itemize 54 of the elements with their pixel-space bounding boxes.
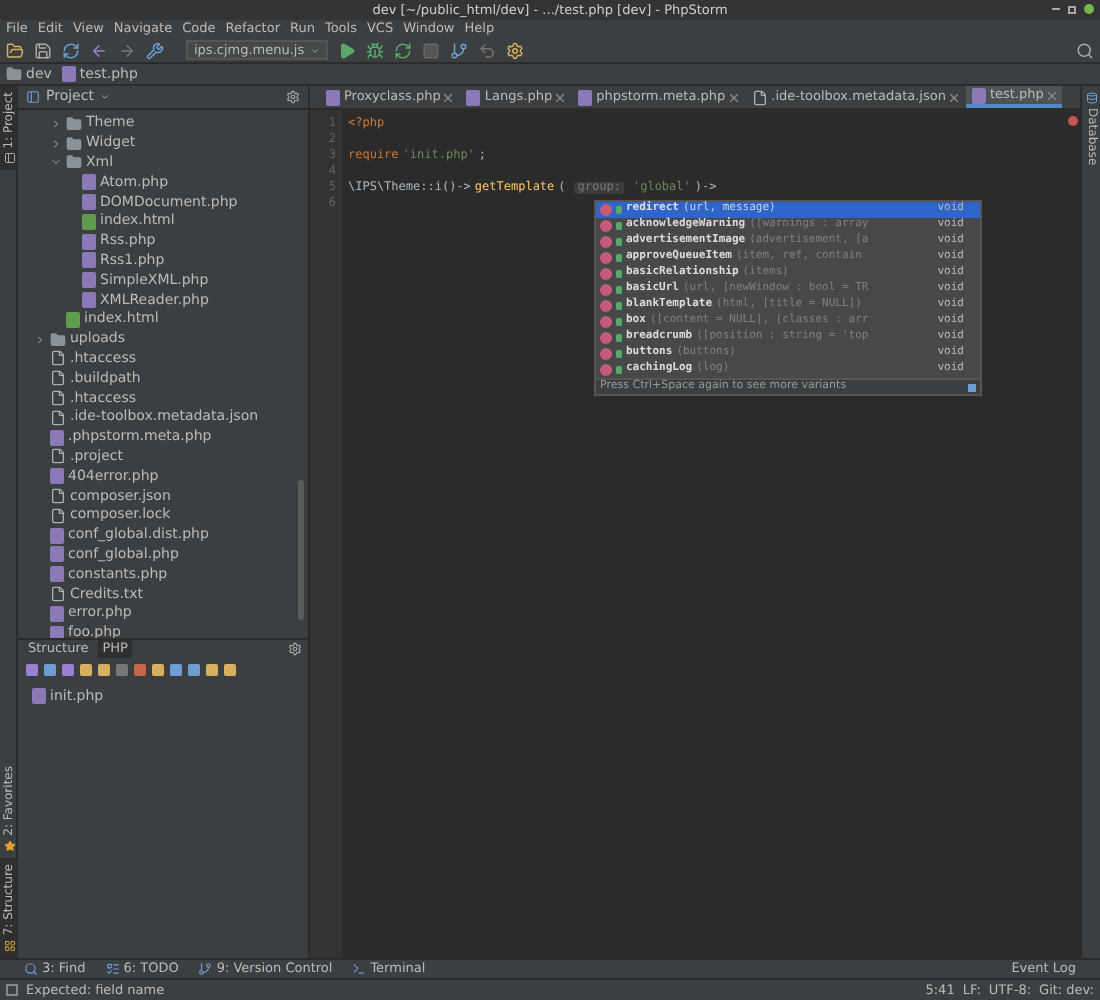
- file-icon: [50, 370, 66, 387]
- file-icon: [751, 89, 768, 105]
- caret-icon: [310, 45, 321, 55]
- folder-icon[interactable]: [6, 41, 24, 59]
- folder-icon: [6, 66, 22, 82]
- settings-icon[interactable]: [288, 642, 302, 656]
- list-icon: [105, 962, 120, 976]
- close-icon[interactable]: [729, 93, 738, 101]
- close-icon[interactable]: [556, 93, 565, 101]
- folder-icon: [50, 331, 66, 348]
- branch-icon: [198, 962, 213, 976]
- search-icon[interactable]: [1076, 41, 1094, 59]
- close-icon[interactable]: [444, 93, 453, 101]
- php-file-icon: [971, 87, 986, 103]
- html-file-icon: [82, 213, 96, 230]
- database-icon: [1085, 92, 1097, 104]
- stop-icon[interactable]: [422, 41, 441, 59]
- php-file-icon: [466, 89, 481, 105]
- caret-icon[interactable]: [99, 92, 110, 102]
- file-icon: [50, 448, 66, 465]
- run-icon[interactable]: [338, 41, 357, 59]
- grid-icon: [3, 940, 15, 952]
- sync-icon[interactable]: [62, 41, 80, 59]
- panel-icon: [3, 152, 15, 165]
- php-file-icon: [32, 688, 46, 704]
- branch-icon[interactable]: [450, 41, 469, 59]
- close-icon[interactable]: [949, 93, 958, 101]
- save-icon[interactable]: [34, 41, 52, 59]
- php-file-icon: [50, 468, 64, 485]
- settings-icon[interactable]: [506, 41, 525, 59]
- forward-icon[interactable]: [118, 41, 136, 59]
- settings-icon[interactable]: [286, 90, 300, 104]
- error-icon: [1067, 116, 1077, 126]
- close-icon[interactable]: [1047, 91, 1056, 99]
- php-file-icon: [578, 89, 593, 105]
- folder-icon: [66, 115, 82, 132]
- reload-icon[interactable]: [394, 41, 413, 59]
- panel-icon: [26, 90, 40, 104]
- file-icon: [50, 586, 66, 603]
- html-file-icon: [66, 311, 80, 328]
- terminal-icon: [352, 962, 367, 976]
- debug-icon[interactable]: [366, 41, 385, 59]
- close-icon[interactable]: [1084, 4, 1094, 14]
- back-icon[interactable]: [90, 41, 108, 59]
- maximize-icon[interactable]: [1068, 5, 1076, 13]
- status-icon[interactable]: [6, 984, 18, 996]
- php-file-icon: [326, 89, 340, 105]
- undo-icon[interactable]: [478, 41, 497, 59]
- php-file-icon: [61, 66, 76, 82]
- php-file-icon: [50, 429, 64, 446]
- build-icon[interactable]: [146, 41, 164, 59]
- file-icon: [50, 350, 66, 367]
- star-icon: [3, 840, 15, 853]
- search-icon: [24, 962, 38, 976]
